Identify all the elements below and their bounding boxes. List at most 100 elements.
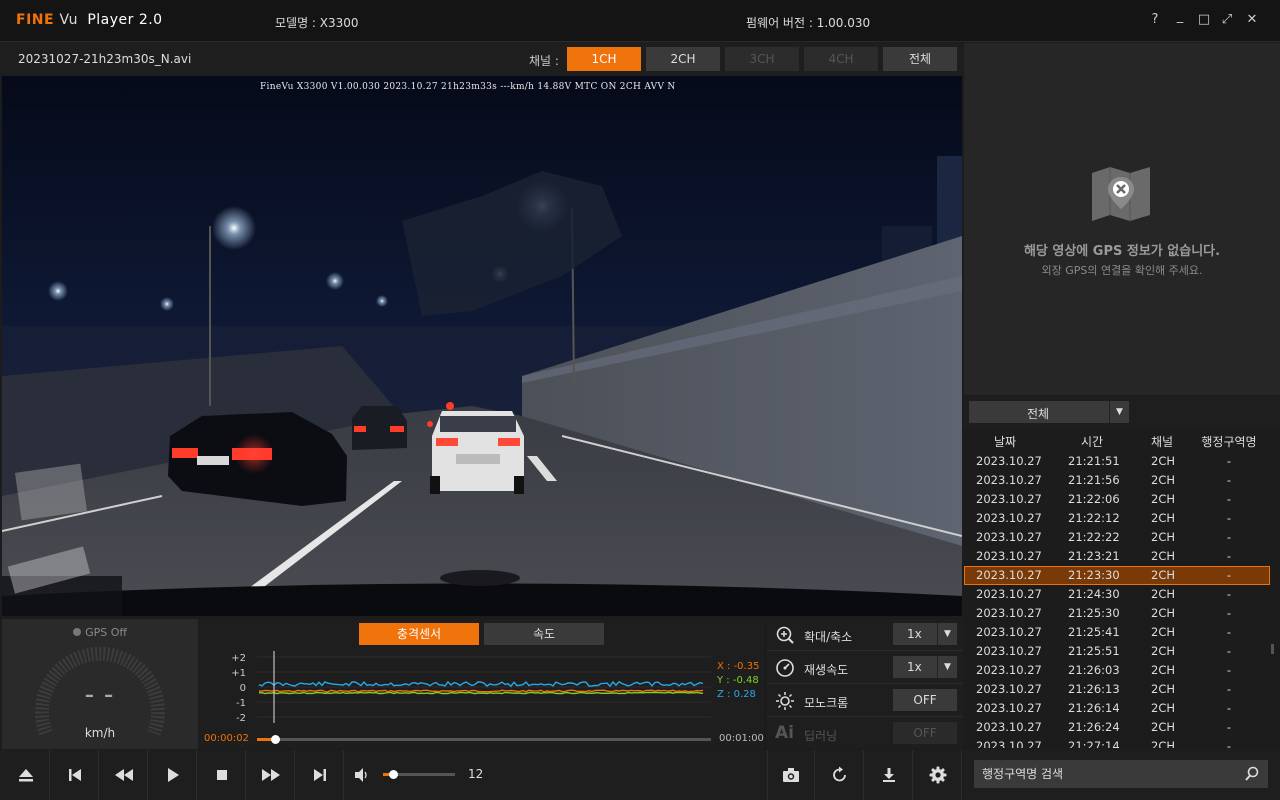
volume-icon[interactable] [354,767,370,783]
y-tick-label: +1 [231,668,246,679]
table-row[interactable]: 2023.10.27 21:23:21 2CH - [964,547,1270,566]
channel-2ch-button[interactable]: 2CH [646,47,720,71]
channel-3ch-button: 3CH [725,47,799,71]
row-channel: 2CH [1151,625,1175,639]
row-time: 21:25:41 [1068,625,1120,639]
table-row[interactable]: 2023.10.27 21:24:30 2CH - [964,585,1270,604]
y-tick-label: -2 [236,713,246,724]
close-button[interactable]: ✕ [1242,10,1262,30]
event-table-scrollbar[interactable] [1271,644,1274,654]
tab-speed[interactable]: 속도 [484,623,604,645]
row-time: 21:27:14 [1068,739,1120,748]
snapshot-button[interactable] [767,750,815,800]
maximize-button[interactable]: □ [1194,10,1214,30]
y-tick-label: -1 [236,698,246,709]
monochrome-label: 모노크롬 [804,696,849,710]
table-row[interactable]: 2023.10.27 21:27:14 2CH - [964,737,1270,748]
row-time: 21:24:30 [1068,587,1120,601]
zoom-label: 확대/축소 [804,630,853,644]
download-button[interactable] [865,750,913,800]
table-row[interactable]: 2023.10.27 21:23:30 2CH - [964,566,1270,585]
row-channel: 2CH [1151,720,1175,734]
table-row[interactable]: 2023.10.27 21:22:06 2CH - [964,490,1270,509]
rewind-icon [114,769,133,781]
header-region[interactable]: 행정구역명 [1194,433,1264,450]
chevron-down-icon: ▼ [1109,401,1129,423]
search-icon[interactable] [1244,766,1260,782]
rotate-button[interactable] [816,750,864,800]
row-channel: 2CH [1151,606,1175,620]
play-button[interactable] [149,750,197,800]
row-channel: 2CH [1151,663,1175,677]
table-row[interactable]: 2023.10.27 21:26:03 2CH - [964,661,1270,680]
rewind-button[interactable] [100,750,148,800]
seek-bar-handle[interactable] [270,735,280,744]
row-date: 2023.10.27 [976,682,1042,696]
tab-impact-sensor[interactable]: 충격센서 [359,623,479,645]
region-search-input[interactable] [982,764,1242,784]
chevron-down-icon: ▼ [937,656,957,678]
table-row[interactable]: 2023.10.27 21:26:24 2CH - [964,718,1270,737]
header-channel[interactable]: 채널 [1151,433,1181,450]
monochrome-toggle[interactable]: OFF [893,689,957,711]
table-row[interactable]: 2023.10.27 21:21:51 2CH - [964,452,1270,471]
settings-button[interactable] [914,750,962,800]
row-channel: 2CH [1151,549,1175,563]
table-row[interactable]: 2023.10.27 21:26:13 2CH - [964,680,1270,699]
table-row[interactable]: 2023.10.27 21:25:30 2CH - [964,604,1270,623]
table-row[interactable]: 2023.10.27 21:22:22 2CH - [964,528,1270,547]
row-region: - [1226,454,1232,468]
row-date: 2023.10.27 [976,606,1042,620]
row-channel: 2CH [1151,511,1175,525]
sensor-y-line [258,691,704,695]
row-region: - [1226,701,1232,715]
video-view[interactable]: FineVu X3300 V1.00.030 2023.10.27 21h23m… [2,76,962,616]
help-button[interactable]: ? [1145,10,1165,30]
header-date[interactable]: 날짜 [994,433,1074,450]
deep-learning-row: Ai 딥러닝 OFF [767,718,963,750]
seek-bar-fill [257,738,272,741]
playback-speed-select[interactable]: 1x ▼ [893,656,957,678]
header-time[interactable]: 시간 [1081,433,1141,450]
stop-button[interactable] [198,750,246,800]
playback-bar: 12 [0,750,963,800]
table-row[interactable]: 2023.10.27 21:25:41 2CH - [964,623,1270,642]
playback-speed-label: 재생속도 [804,663,849,677]
title-bar: FINE Vu Player 2.0 모델명 : X3300 펌웨어 버전 : … [0,0,1280,42]
row-date: 2023.10.27 [976,511,1042,525]
seek-bar[interactable] [257,735,711,744]
zoom-select[interactable]: 1x ▼ [893,623,957,645]
event-rows: 2023.10.27 21:21:51 2CH - 2023.10.27 21:21:56… [964,452,1270,748]
table-row[interactable]: 2023.10.27 21:26:14 2CH - [964,699,1270,718]
row-time: 21:23:30 [1068,568,1120,582]
speed-unit: km/h [84,726,116,740]
fullscreen-button[interactable]: ⤢ [1217,10,1237,30]
fast-forward-button[interactable] [247,750,295,800]
video-header: 20231027-21h23m30s_N.avi 채널 : 1CH 2CH 3C… [0,43,963,75]
row-time: 21:23:21 [1068,549,1120,563]
row-time: 21:21:51 [1068,454,1120,468]
previous-file-button[interactable] [51,750,99,800]
event-filter-select[interactable]: 전체 ▼ [969,401,1129,423]
row-time: 21:25:51 [1068,644,1120,658]
table-row[interactable]: 2023.10.27 21:25:51 2CH - [964,642,1270,661]
eject-button[interactable] [2,750,50,800]
row-channel: 2CH [1151,530,1175,544]
volume-slider[interactable] [383,770,455,779]
volume-slider-handle[interactable] [389,770,399,779]
y-tick-label: +2 [231,653,246,664]
table-row[interactable]: 2023.10.27 21:22:12 2CH - [964,509,1270,528]
graph-grid [257,656,711,718]
map-unavailable-icon [1092,167,1150,221]
row-date: 2023.10.27 [976,644,1042,658]
next-file-button[interactable] [296,750,344,800]
file-name: 20231027-21h23m30s_N.avi [18,52,192,66]
row-region: - [1226,644,1232,658]
channel-all-button[interactable]: 전체 [883,47,957,71]
minimize-button[interactable]: _ [1170,7,1190,27]
row-time: 21:26:13 [1068,682,1120,696]
firmware-version: 펌웨어 버전 : 1.00.030 [746,16,871,30]
channel-1ch-button[interactable]: 1CH [567,47,641,71]
table-row[interactable]: 2023.10.27 21:21:56 2CH - [964,471,1270,490]
row-date: 2023.10.27 [976,492,1042,506]
